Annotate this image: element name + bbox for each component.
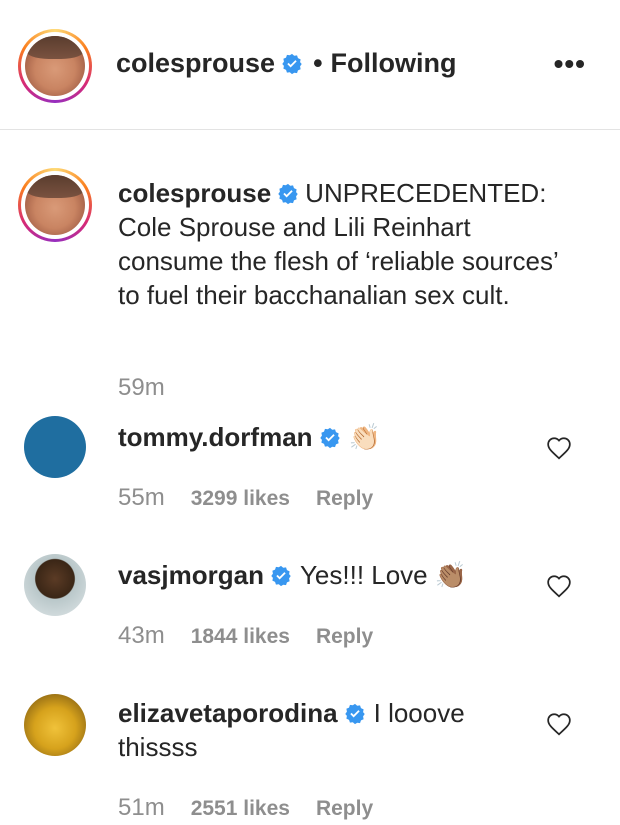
caption-timestamp: 59m (118, 374, 165, 401)
like-heart-icon[interactable] (546, 574, 572, 598)
separator-dot: • (313, 48, 323, 78)
comment-timestamp: 55m (118, 484, 165, 511)
comment: vasjmorgan Yes!!! Love 👏🏽 (118, 558, 518, 592)
comment: elizavetaporodina I looove thissss (118, 696, 498, 764)
reply-button[interactable]: Reply (316, 797, 373, 820)
comment-username[interactable]: vasjmorgan (118, 560, 264, 590)
comment-username[interactable]: elizavetaporodina (118, 698, 338, 728)
like-heart-icon[interactable] (546, 712, 572, 736)
comment-text: Yes!!! Love (299, 560, 428, 590)
like-heart-icon[interactable] (546, 436, 572, 460)
comment-avatar[interactable] (24, 416, 86, 478)
caption-username[interactable]: colesprouse (118, 178, 271, 208)
comment: tommy.dorfman 👏🏻 (118, 420, 518, 454)
post-caption: colesprouse UNPRECEDENTED: Cole Sprouse a… (118, 176, 558, 312)
clapping-hands-emoji: 👏🏽 (434, 560, 468, 590)
verified-badge-icon (282, 53, 302, 75)
comment-avatar[interactable] (24, 554, 86, 616)
profile-avatar[interactable] (18, 29, 92, 103)
verified-badge-icon (319, 427, 340, 449)
following-button[interactable]: Following (331, 48, 457, 78)
comment-timestamp: 51m (118, 794, 165, 821)
header-username[interactable]: colesprouse (116, 48, 275, 78)
more-options-icon[interactable]: ••• (554, 48, 586, 80)
comment-username[interactable]: tommy.dorfman (118, 422, 313, 452)
reply-button[interactable]: Reply (316, 487, 373, 510)
post-header: colesprouse • Following ••• (0, 0, 620, 130)
reply-button[interactable]: Reply (316, 625, 373, 648)
comment-meta: 51m 2551 likes Reply (118, 794, 373, 822)
comment-likes[interactable]: 2551 likes (191, 797, 290, 820)
comment-meta: 43m 1844 likes Reply (118, 622, 373, 650)
clapping-hands-emoji: 👏🏻 (348, 422, 381, 452)
verified-badge-icon (271, 565, 291, 587)
verified-badge-icon (278, 183, 298, 205)
comment-timestamp: 43m (118, 622, 165, 649)
header-user-line: colesprouse • Following (116, 48, 457, 79)
comment-likes[interactable]: 1844 likes (191, 625, 290, 648)
comment-avatar[interactable] (24, 694, 86, 756)
caption-avatar[interactable] (18, 168, 92, 242)
comment-meta: 55m 3299 likes Reply (118, 484, 373, 512)
comment-likes[interactable]: 3299 likes (191, 487, 290, 510)
verified-badge-icon (344, 703, 365, 725)
